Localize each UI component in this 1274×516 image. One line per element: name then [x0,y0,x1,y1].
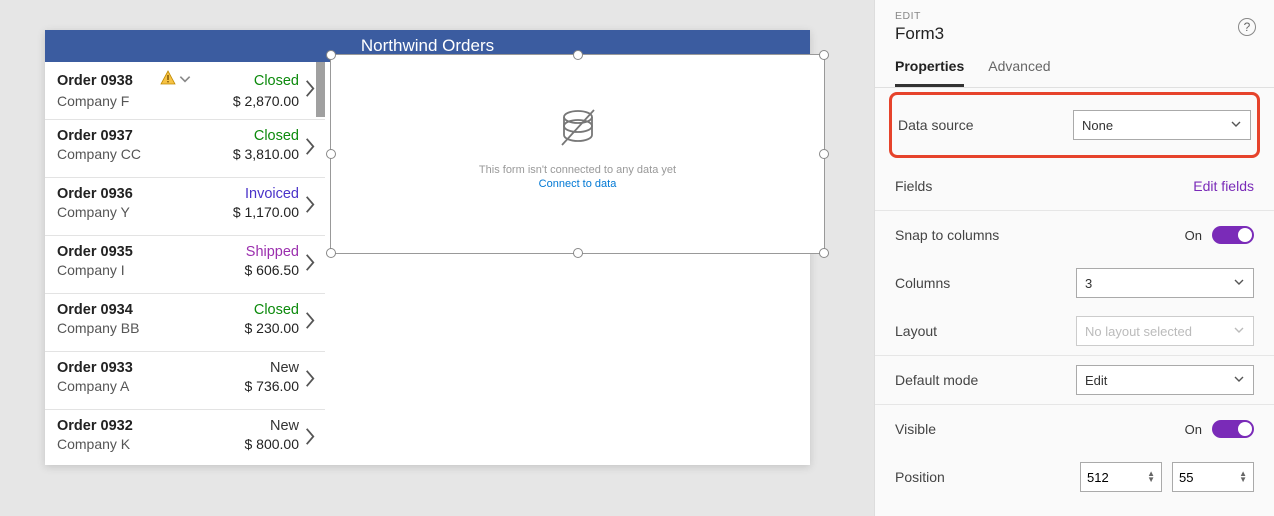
order-company: Company CC [57,146,157,162]
order-status: Shipped [195,244,313,260]
order-amount: $ 606.50 [157,262,313,278]
columns-value: 3 [1085,276,1092,291]
order-amount: $ 800.00 [157,436,313,452]
resize-handle[interactable] [573,50,583,60]
stepper-icon[interactable]: ▲▼ [1147,471,1155,483]
snap-state: On [1185,228,1202,243]
list-item[interactable]: Order 0934 Closed Company BB$ 230.00 [45,294,325,352]
data-source-dropdown[interactable]: None [1073,110,1251,140]
tab-advanced[interactable]: Advanced [988,58,1050,87]
order-amount: $ 736.00 [157,378,313,394]
list-item[interactable]: Order 0936 Invoiced Company Y$ 1,170.00 [45,178,325,236]
chevron-down-icon [1233,373,1245,388]
layout-dropdown[interactable]: No layout selected [1076,316,1254,346]
properties-panel: EDIT Form3 ? Properties Advanced Data so… [874,0,1274,516]
position-x-value: 512 [1087,470,1109,485]
resize-handle[interactable] [326,149,336,159]
order-amount: $ 1,170.00 [157,204,313,220]
data-source-highlight: Data source None [889,92,1260,158]
chevron-down-icon [1233,276,1245,291]
form3-selected[interactable]: This form isn't connected to any data ye… [330,54,825,254]
order-amount: $ 3,810.00 [157,146,313,162]
order-company: Company Y [57,204,157,220]
order-amount: $ 230.00 [157,320,313,336]
order-id: Order 0934 [57,302,157,318]
selected-control-name: Form3 [895,24,1254,44]
panel-mode-label: EDIT [895,10,1254,22]
columns-label: Columns [895,275,1076,291]
chevron-right-icon[interactable] [303,309,317,336]
layout-value: No layout selected [1085,324,1192,339]
layout-label: Layout [895,323,1076,339]
warning-icon [160,70,176,86]
orders-gallery[interactable]: Order 0938ClosedCompany F$ 2,870.00Order… [45,62,325,465]
order-status: New [195,418,313,434]
default-mode-label: Default mode [895,372,1076,388]
order-status: Invoiced [195,186,313,202]
edit-fields-link[interactable]: Edit fields [1193,178,1254,194]
order-id: Order 0933 [57,360,157,376]
tab-properties[interactable]: Properties [895,58,964,87]
snap-toggle[interactable] [1212,226,1254,244]
resize-handle[interactable] [819,248,829,258]
order-status: Closed [195,73,313,89]
resize-handle[interactable] [819,50,829,60]
chevron-right-icon[interactable] [303,193,317,220]
visible-label: Visible [895,421,1185,437]
position-x-input[interactable]: 512 ▲▼ [1080,462,1162,492]
chevron-right-icon[interactable] [303,135,317,162]
order-company: Company I [57,262,157,278]
visible-toggle[interactable] [1212,420,1254,438]
chevron-down-icon[interactable] [178,72,192,86]
resize-handle[interactable] [573,248,583,258]
list-item[interactable]: Order 0932 New Company K$ 800.00 [45,410,325,465]
app-canvas: Northwind Orders Order 0938ClosedCompany… [45,30,810,465]
list-item[interactable]: Order 0938 Closed Company F$ 2,870.00 [45,62,325,120]
chevron-down-icon [1230,118,1242,133]
database-icon [554,105,602,153]
resize-handle[interactable] [326,248,336,258]
default-mode-value: Edit [1085,373,1107,388]
list-item[interactable]: Order 0935 Shipped Company I$ 606.50 [45,236,325,294]
order-id: Order 0935 [57,244,157,260]
form-empty-state: This form isn't connected to any data ye… [331,55,824,190]
order-company: Company F [57,93,157,109]
order-status: Closed [195,302,313,318]
chevron-right-icon[interactable] [303,77,317,104]
form-empty-message: This form isn't connected to any data ye… [331,164,824,176]
resize-handle[interactable] [819,149,829,159]
order-company: Company K [57,436,157,452]
position-y-input[interactable]: 55 ▲▼ [1172,462,1254,492]
order-status: Closed [195,128,313,144]
chevron-right-icon[interactable] [303,251,317,278]
connect-to-data-link[interactable]: Connect to data [331,178,824,190]
data-source-label: Data source [898,117,1073,133]
order-id: Order 0932 [57,418,157,434]
data-source-value: None [1082,118,1113,133]
order-id: Order 0936 [57,186,157,202]
stepper-icon[interactable]: ▲▼ [1239,471,1247,483]
fields-label: Fields [895,178,1193,194]
position-label: Position [895,469,1080,485]
default-mode-dropdown[interactable]: Edit [1076,365,1254,395]
order-amount: $ 2,870.00 [157,93,313,109]
order-company: Company A [57,378,157,394]
resize-handle[interactable] [326,50,336,60]
list-item[interactable]: Order 0937 Closed Company CC$ 3,810.00 [45,120,325,178]
help-icon[interactable]: ? [1238,18,1256,36]
order-status: New [195,360,313,376]
chevron-right-icon[interactable] [303,425,317,452]
order-id: Order 0938 [57,73,157,89]
order-company: Company BB [57,320,157,336]
position-y-value: 55 [1179,470,1193,485]
chevron-right-icon[interactable] [303,367,317,394]
columns-dropdown[interactable]: 3 [1076,268,1254,298]
order-id: Order 0937 [57,128,157,144]
visible-state: On [1185,422,1202,437]
list-item[interactable]: Order 0933 New Company A$ 736.00 [45,352,325,410]
chevron-down-icon [1233,324,1245,339]
snap-label: Snap to columns [895,227,1185,243]
